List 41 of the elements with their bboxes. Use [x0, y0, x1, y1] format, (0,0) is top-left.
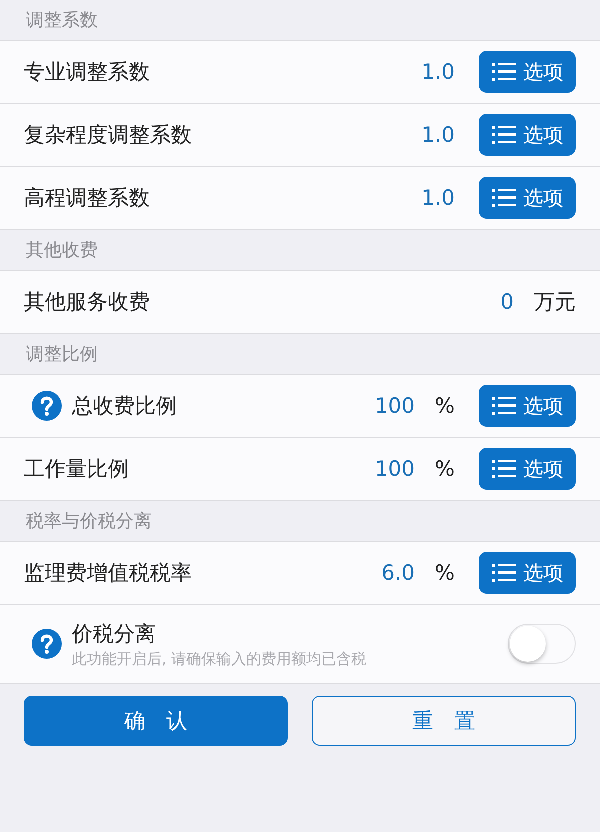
value-text[interactable]: 1.0: [422, 60, 455, 84]
value-text[interactable]: 6.0: [382, 561, 416, 585]
value-text[interactable]: 100: [374, 457, 416, 481]
options-button[interactable]: 选项: [479, 552, 576, 594]
confirm-button[interactable]: 确 认: [24, 696, 288, 746]
list-icon: [492, 63, 516, 81]
section-header: 税率与价税分离: [25, 510, 153, 534]
section-header: 调整系数: [25, 9, 99, 33]
list-icon: [492, 564, 516, 582]
reset-button[interactable]: 重 置: [312, 696, 576, 746]
list-icon: [492, 397, 516, 415]
row-label: 复杂程度调整系数: [24, 122, 192, 149]
row-label: 总收费比例: [72, 393, 177, 420]
list-icon: [492, 460, 516, 478]
row-label: 高程调整系数: [24, 185, 150, 212]
value-text[interactable]: 100: [374, 394, 416, 418]
section-header: 调整比例: [25, 343, 99, 367]
row-label: 监理费增值税税率: [24, 560, 192, 587]
unit-text: %: [435, 561, 455, 585]
list-icon: [492, 189, 516, 207]
row-label: 其他服务收费: [24, 289, 150, 316]
list-icon: [492, 126, 516, 144]
options-button[interactable]: 选项: [479, 448, 576, 490]
row-label: 工作量比例: [24, 456, 129, 483]
hint-text: 此功能开启后, 请确保输入的费用额均已含税: [72, 650, 367, 668]
value-text[interactable]: 1.0: [422, 123, 455, 147]
row-label: 专业调整系数: [24, 59, 150, 86]
unit-text: %: [435, 457, 455, 481]
options-button[interactable]: 选项: [479, 114, 576, 156]
unit-text: 万元: [534, 289, 576, 316]
options-button[interactable]: 选项: [479, 51, 576, 93]
section-header: 其他收费: [25, 239, 99, 263]
options-button[interactable]: 选项: [479, 385, 576, 427]
unit-text: %: [435, 394, 455, 418]
toggle-switch[interactable]: [508, 624, 576, 664]
help-icon[interactable]: [32, 391, 62, 421]
help-icon[interactable]: [32, 629, 62, 659]
options-button[interactable]: 选项: [479, 177, 576, 219]
value-text[interactable]: 0: [500, 290, 514, 314]
row-label: 价税分离: [72, 620, 157, 648]
value-text[interactable]: 1.0: [422, 186, 455, 210]
